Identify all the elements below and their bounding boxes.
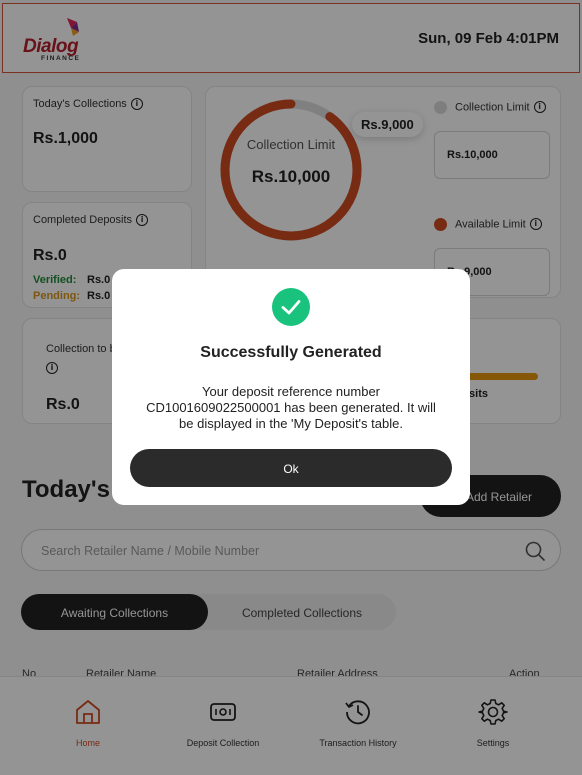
modal-backdrop[interactable]: Successfully Generated Your deposit refe… [0,0,582,775]
success-dialog: Successfully Generated Your deposit refe… [112,269,470,505]
success-check-icon [272,288,310,326]
checkmark-icon [281,300,301,315]
dialog-title: Successfully Generated [200,344,382,361]
dialog-message: Your deposit reference number CD10016090… [146,384,436,431]
ok-button[interactable]: Ok [130,449,452,487]
